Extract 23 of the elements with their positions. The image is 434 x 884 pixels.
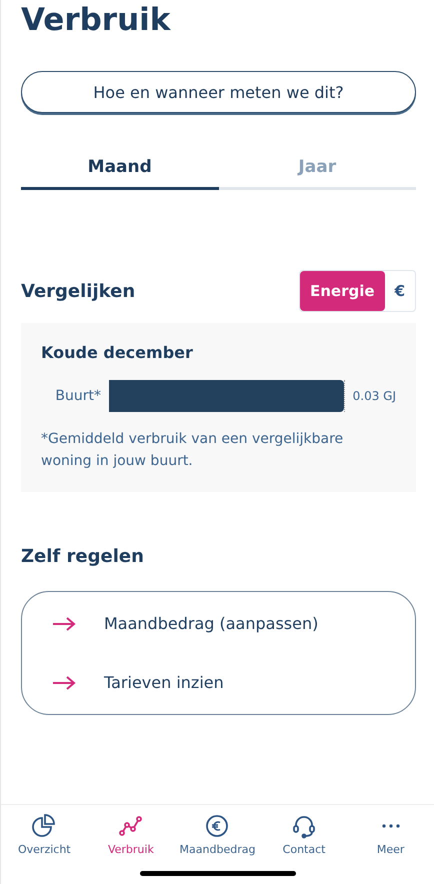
page-title: Verbruik	[20, 2, 172, 38]
line-graph-icon[interactable]	[118, 813, 144, 839]
nav-label[interactable]: Overzicht	[18, 843, 71, 856]
help-button[interactable]: Hoe en wanneer meten we dit?	[21, 71, 416, 113]
nav-label[interactable]: Contact	[282, 843, 326, 856]
period-tab[interactable]: Maand	[21, 157, 218, 190]
nav-label[interactable]: Meer	[376, 843, 404, 856]
card-title: Koude december	[41, 343, 194, 362]
arrow-icon	[52, 616, 76, 632]
bar-label: Buurt*	[54, 388, 101, 404]
link-item[interactable]: Maandbedrag (aanpassen)	[104, 614, 318, 633]
unit-toggle[interactable]: Energie	[300, 271, 385, 311]
nav-label[interactable]: Maandbedrag	[180, 843, 256, 856]
section-title: Vergelijken	[21, 280, 136, 302]
nav-label[interactable]: Verbruik	[108, 843, 154, 856]
arrow-icon	[52, 674, 76, 690]
link-item[interactable]: Tarieven inzien	[104, 673, 224, 692]
headset-icon[interactable]	[291, 813, 318, 839]
bar-reading: 0.03 GJ	[352, 389, 396, 403]
section-title: Zelf regelen	[21, 546, 145, 567]
euro-icon[interactable]	[204, 813, 230, 839]
pie-chart-icon[interactable]	[31, 813, 58, 839]
footnote: *Gemiddeld verbruik van een vergelijkbare woning in jouw buurt.	[41, 430, 344, 471]
